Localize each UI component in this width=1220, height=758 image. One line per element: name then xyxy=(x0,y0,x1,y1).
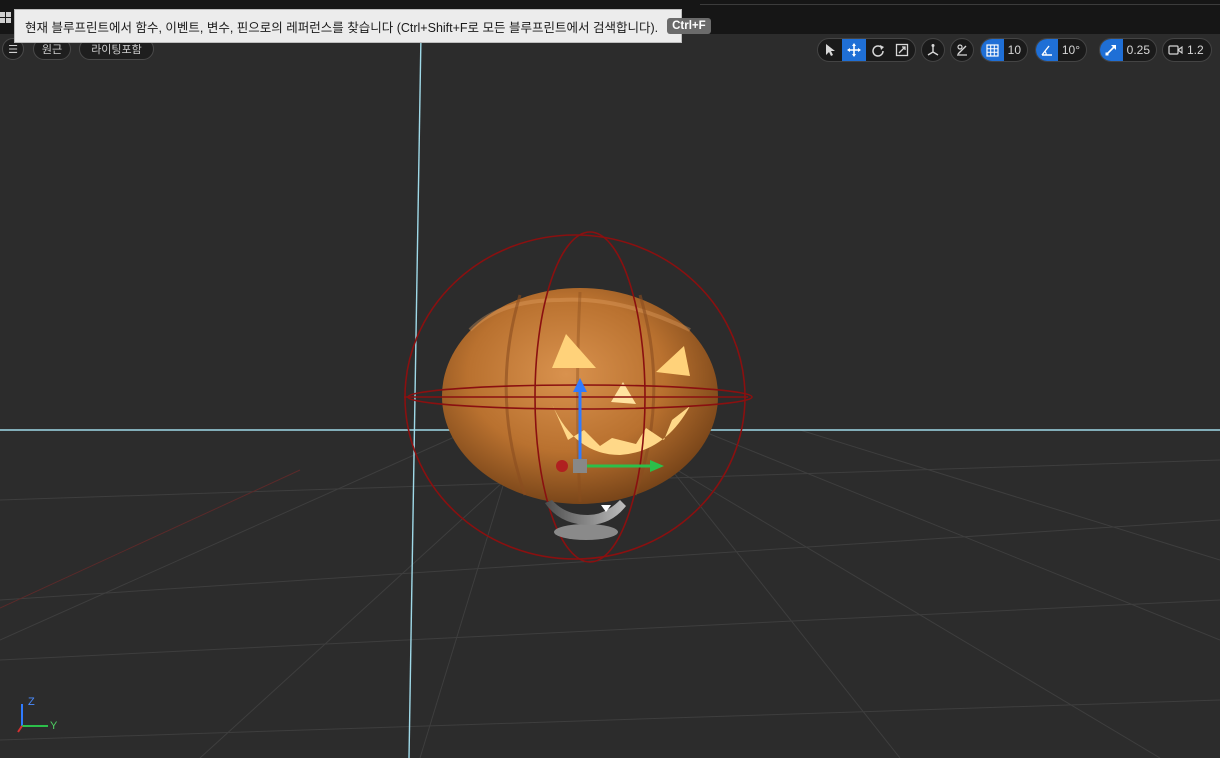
tooltip-message: 현재 블루프린트에서 함수, 이벤트, 변수, 핀으로의 레퍼런스를 찾습니다 … xyxy=(25,20,659,35)
scale-snap-group: 0.25 xyxy=(1099,38,1157,62)
world-local-toggle[interactable] xyxy=(921,38,945,62)
rotation-snap-icon xyxy=(1041,45,1052,56)
rotate-tool-button[interactable] xyxy=(866,39,890,61)
select-icon xyxy=(826,44,835,56)
scale-snap-value[interactable]: 0.25 xyxy=(1123,43,1156,57)
transform-tools xyxy=(817,38,916,62)
translate-icon xyxy=(847,43,861,57)
select-tool-button[interactable] xyxy=(818,39,842,61)
world-local-button[interactable] xyxy=(922,39,944,61)
surface-snap-button[interactable] xyxy=(951,39,973,61)
grid-snap-icon xyxy=(986,43,999,57)
grid-icon[interactable] xyxy=(0,12,12,24)
level-viewport[interactable]: Z Y xyxy=(0,34,1220,758)
pumpkin-base xyxy=(545,500,626,540)
camera-speed-group[interactable]: 1.2 xyxy=(1162,38,1212,62)
surface-snap-icon xyxy=(957,44,967,56)
grid-snap-value[interactable]: 10 xyxy=(1004,43,1027,57)
rotate-icon xyxy=(872,45,884,57)
scale-tool-button[interactable] xyxy=(890,39,914,61)
scale-snap-button[interactable] xyxy=(1100,39,1123,61)
surface-snap-toggle[interactable] xyxy=(950,38,974,62)
rotation-snap-group: 10° xyxy=(1035,38,1087,62)
camera-speed-button[interactable] xyxy=(1163,39,1187,61)
strip-divider xyxy=(700,4,1220,5)
camera-speed-value[interactable]: 1.2 xyxy=(1187,43,1210,57)
scale-icon xyxy=(895,43,909,57)
camera-speed-icon xyxy=(1167,45,1183,55)
find-references-tooltip: 현재 블루프린트에서 함수, 이벤트, 변수, 핀으로의 레퍼런스를 찾습니다 … xyxy=(14,9,711,43)
rotation-snap-button[interactable] xyxy=(1036,39,1058,61)
grid-snap-button[interactable] xyxy=(981,39,1004,61)
grid-snap-group: 10 xyxy=(980,38,1028,62)
tooltip-shortcut: Ctrl+F xyxy=(667,18,711,34)
bounds-sphere xyxy=(404,231,753,563)
translate-tool-button[interactable] xyxy=(842,39,866,61)
x-axis-floor-line xyxy=(0,469,301,609)
world-local-icon xyxy=(927,44,939,56)
axis-indicator: Z Y xyxy=(12,696,72,736)
scale-snap-icon xyxy=(1105,45,1117,56)
viewport-scene xyxy=(0,34,1220,758)
axis-z-label: Z xyxy=(28,696,35,708)
rotation-snap-value[interactable]: 10° xyxy=(1058,43,1086,57)
axis-y-label: Y xyxy=(50,720,58,732)
